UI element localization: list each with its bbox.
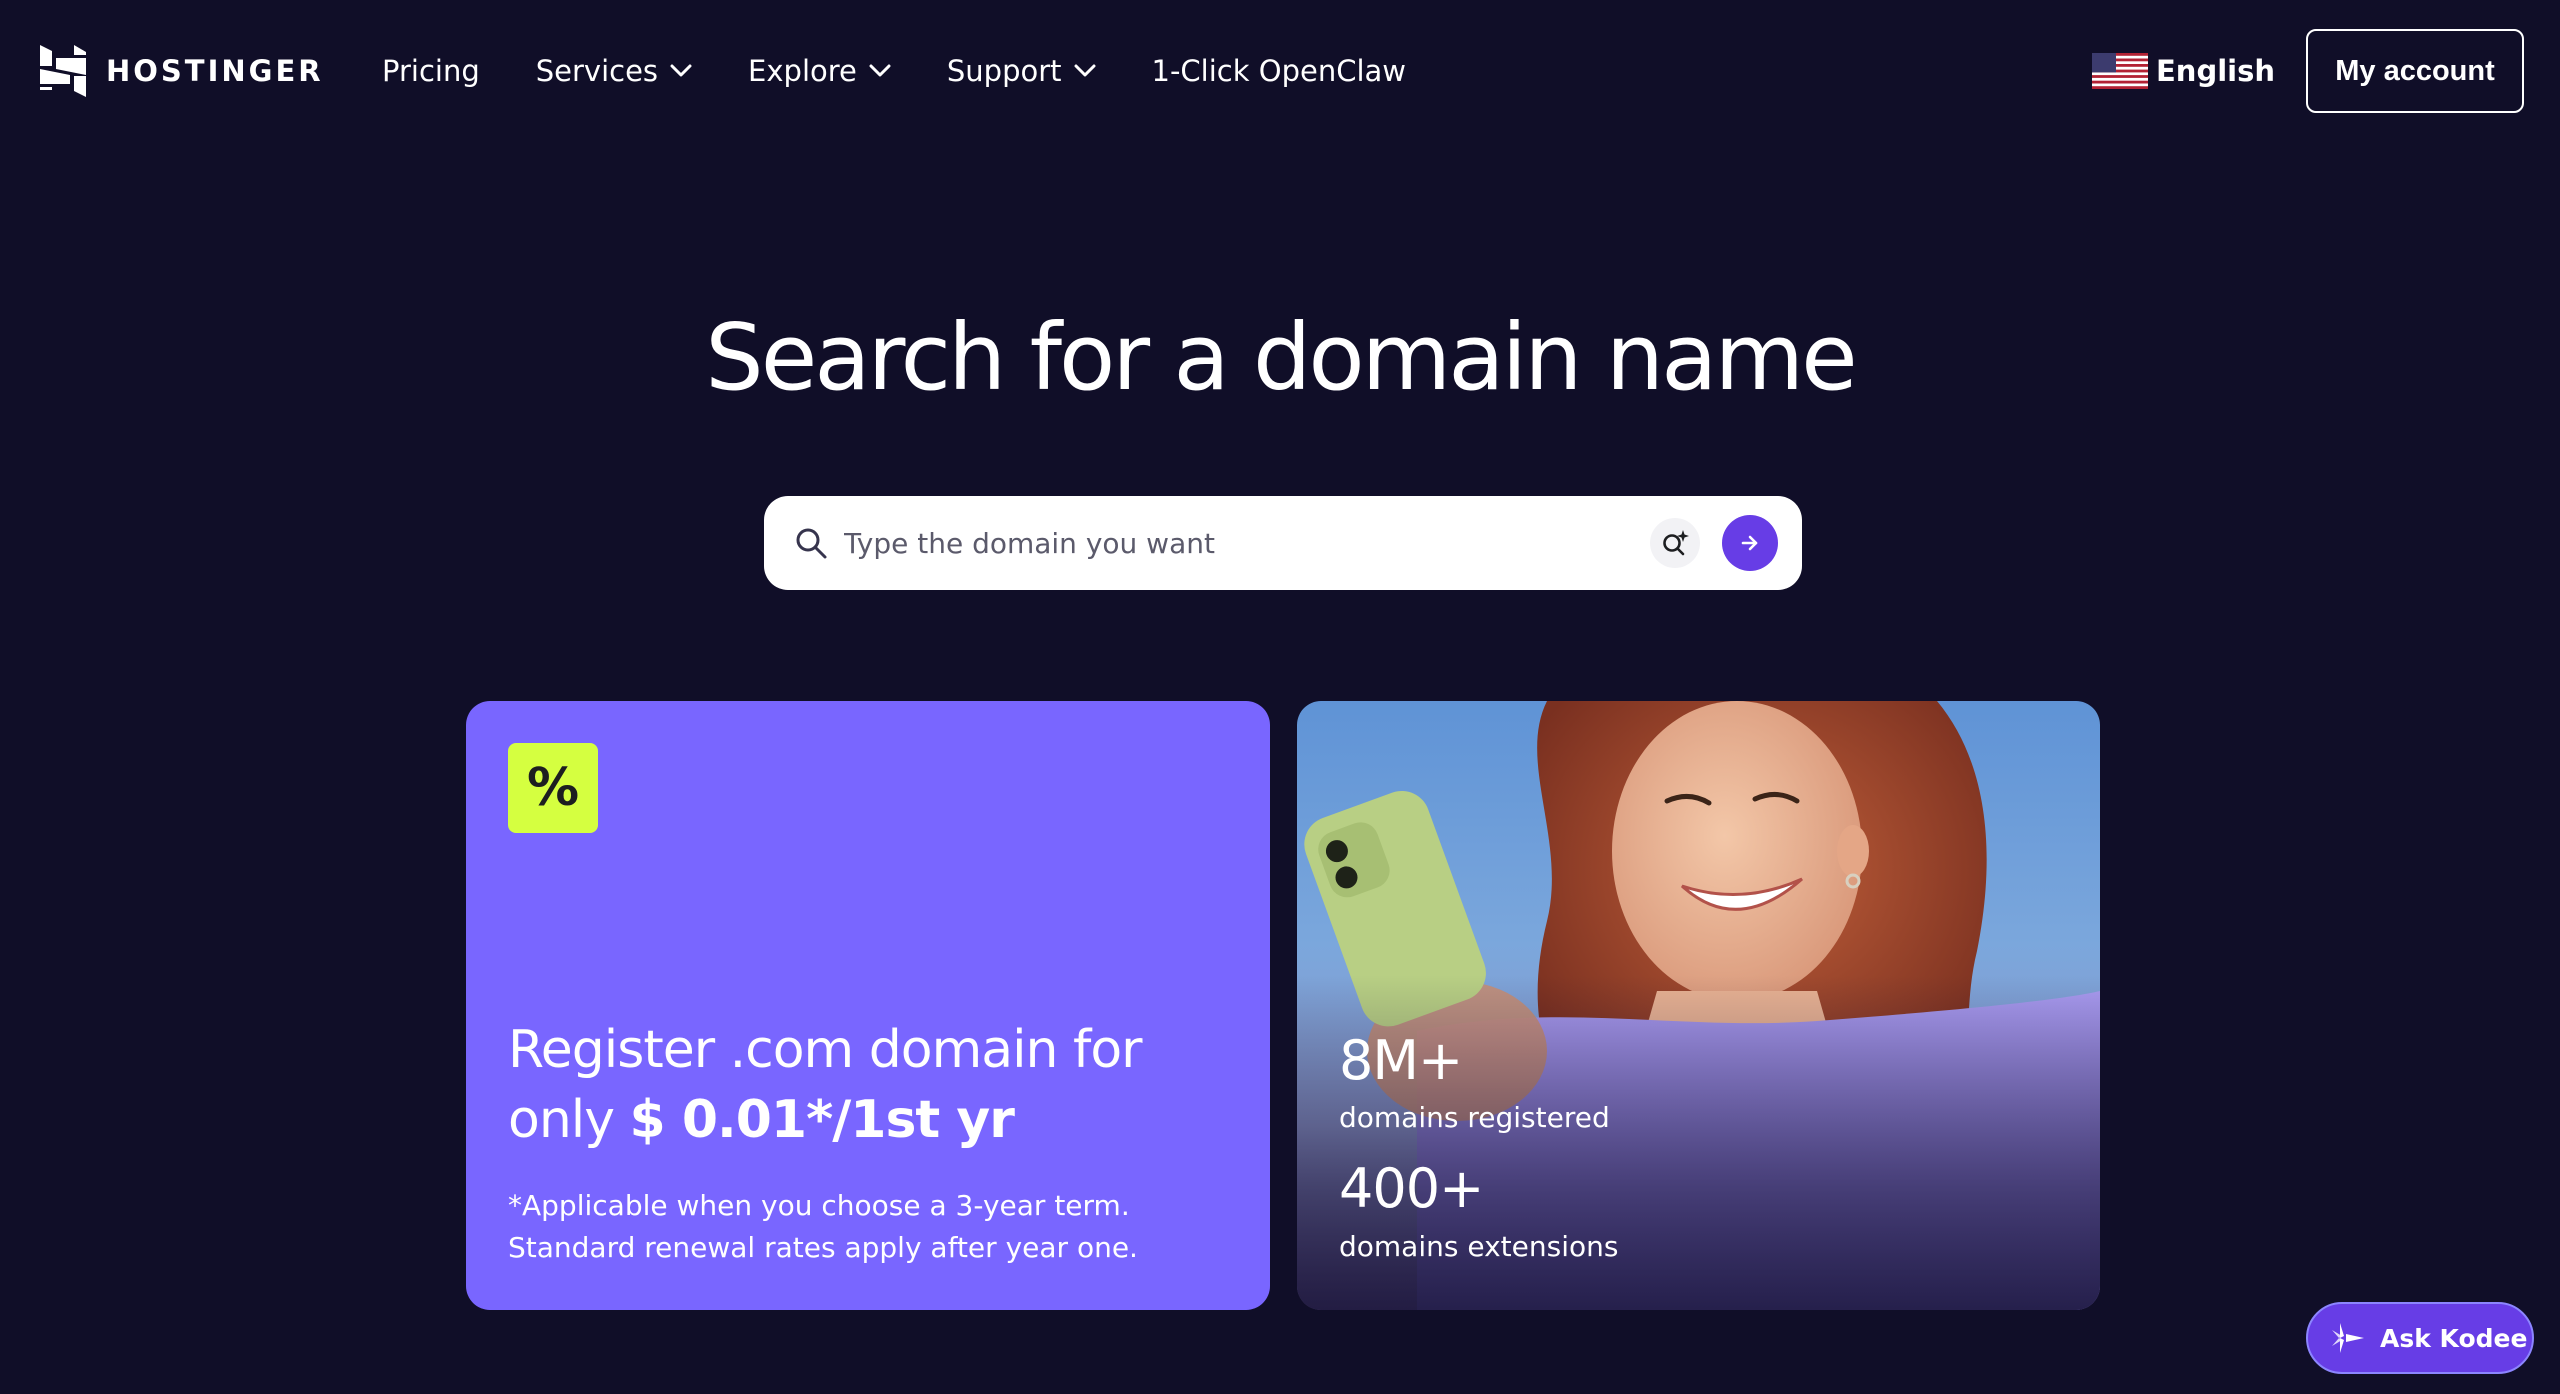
ai-search-button[interactable] <box>1650 518 1700 568</box>
chevron-down-icon <box>869 64 891 77</box>
language-label: English <box>2156 54 2276 88</box>
nav-item-label: Pricing <box>382 54 480 88</box>
search-icon <box>796 528 827 559</box>
nav-item-openclaw[interactable]: 1-Click OpenClaw <box>1152 54 1407 88</box>
chevron-down-icon <box>1074 64 1096 77</box>
promo-footnote: *Applicable when you choose a 3-year ter… <box>508 1189 1138 1264</box>
arrow-right-icon <box>1741 535 1758 551</box>
ask-kodee-button[interactable]: Ask Kodee <box>2306 1302 2534 1374</box>
hostinger-logo[interactable]: HOSTINGER <box>40 45 324 97</box>
nav-item-pricing[interactable]: Pricing <box>382 54 480 88</box>
nav-item-services[interactable]: Services <box>536 54 692 88</box>
domain-search-bar <box>764 496 1802 590</box>
nav-item-explore[interactable]: Explore <box>748 54 891 88</box>
stats-card: 8M+ domains registered 400+ domains exte… <box>1297 701 2100 1310</box>
stat-value: 400+ <box>1339 1157 1484 1220</box>
nav-item-support[interactable]: Support <box>947 54 1096 88</box>
promo-price: $ 0.01*/1st yr <box>629 1090 1015 1150</box>
promo-card: % Register .com domain for only $ 0.01*/… <box>466 701 1270 1310</box>
kodee-sparkle-icon <box>2332 1323 2364 1353</box>
search-submit-button[interactable] <box>1722 515 1778 571</box>
ai-search-icon <box>1663 530 1689 556</box>
my-account-button[interactable]: My account <box>2306 29 2524 113</box>
stat-label: domains extensions <box>1339 1230 1619 1263</box>
stat-label: domains registered <box>1339 1101 1610 1134</box>
hostinger-logo-icon <box>40 45 86 97</box>
site-header: HOSTINGER Pricing Services Explore Suppo… <box>0 0 2560 142</box>
logo-text: HOSTINGER <box>106 54 324 88</box>
page: HOSTINGER Pricing Services Explore Suppo… <box>0 0 2560 1394</box>
main-nav: Pricing Services Explore Support 1-Click… <box>382 45 1462 97</box>
us-flag-icon <box>2092 53 2148 89</box>
nav-item-label: 1-Click OpenClaw <box>1151 54 1407 88</box>
ask-kodee-label: Ask Kodee <box>2380 1323 2528 1353</box>
page-title: Search for a domain name <box>705 304 1857 411</box>
language-selector[interactable]: English <box>2092 45 2275 97</box>
domain-search-input[interactable] <box>844 516 1604 570</box>
nav-item-label: Support <box>946 54 1062 88</box>
promo-headline: Register .com domain for only $ 0.01*/1s… <box>508 1015 1238 1155</box>
nav-item-label: Explore <box>748 54 857 88</box>
stat-value: 8M+ <box>1339 1029 1463 1092</box>
nav-item-label: Services <box>535 54 659 88</box>
discount-badge: % <box>508 743 598 833</box>
chevron-down-icon <box>670 64 692 77</box>
